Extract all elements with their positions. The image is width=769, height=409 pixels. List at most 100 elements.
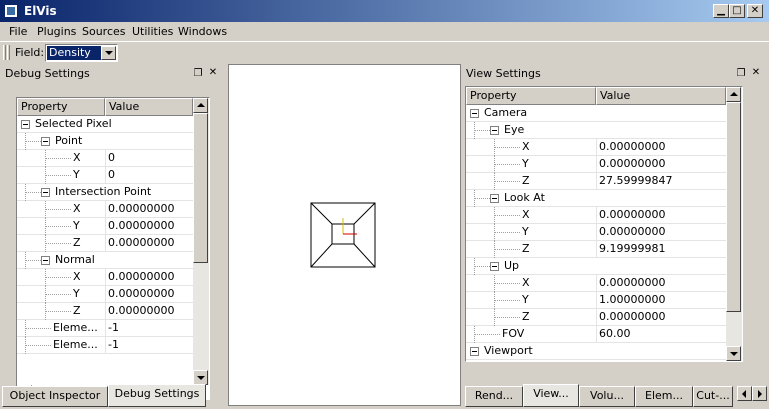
column-header-value[interactable]: Value	[596, 87, 726, 105]
property-value[interactable]: 9.19999981	[596, 241, 726, 257]
property-value[interactable]: 0.00000000	[596, 139, 726, 155]
tab-object-inspector[interactable]: Object Inspector	[2, 386, 108, 407]
collapse-icon[interactable]	[21, 120, 30, 129]
collapse-icon[interactable]	[490, 194, 499, 203]
property-value[interactable]: 0.00000000	[105, 286, 193, 302]
tree-row[interactable]: X 0.00000000	[466, 139, 726, 156]
scroll-up-icon[interactable]	[193, 98, 208, 113]
property-value[interactable]: 27.59999847	[596, 173, 726, 189]
property-value[interactable]: -1	[105, 320, 193, 336]
menu-sources[interactable]: Sources	[82, 25, 126, 39]
tab-cut[interactable]: Cut-...	[693, 386, 733, 407]
close-icon[interactable]: ✕	[751, 68, 761, 78]
field-select[interactable]: Density	[45, 44, 118, 62]
tree-row[interactable]: X 0.00000000	[466, 275, 726, 292]
property-value[interactable]: 0.00000000	[105, 201, 193, 217]
menu-file[interactable]: File	[9, 25, 27, 39]
property-value[interactable]: 60.00	[596, 326, 726, 342]
render-viewport[interactable]	[228, 64, 461, 406]
property-value[interactable]: 0	[105, 150, 193, 166]
property-value[interactable]: 0.00000000	[105, 269, 193, 285]
tree-row[interactable]: Z 0.00000000	[466, 309, 726, 326]
tree-row[interactable]: Camera	[466, 105, 726, 122]
collapse-icon[interactable]	[470, 109, 479, 118]
column-header-value[interactable]: Value	[105, 98, 193, 116]
tree-row[interactable]: Y 1.00000000	[466, 292, 726, 309]
scroll-thumb[interactable]	[193, 113, 208, 263]
tree-row[interactable]: X 0.00000000	[17, 269, 193, 286]
collapse-icon[interactable]	[41, 256, 50, 265]
close-button[interactable]: ✕	[747, 4, 763, 18]
tree-row[interactable]: Normal	[17, 252, 193, 269]
view-property-tree[interactable]: Property Value Camera Eye X 0.00000000 Y 0.00…	[465, 86, 743, 362]
property-value[interactable]: 0.00000000	[596, 224, 726, 240]
tab-rend[interactable]: Rend...	[465, 386, 523, 407]
collapse-icon[interactable]	[470, 347, 479, 356]
tree-row[interactable]: Y 0.00000000	[17, 286, 193, 303]
tree-row[interactable]: Eleme... -1	[17, 320, 193, 337]
tab-scroll-left-icon[interactable]	[737, 386, 752, 401]
tree-row[interactable]: Eleme... -1	[17, 337, 193, 354]
tab-view[interactable]: View...	[523, 384, 579, 407]
scroll-thumb[interactable]	[726, 102, 741, 312]
menu-utilities[interactable]: Utilities	[132, 25, 173, 39]
tree-row[interactable]: Y 0.00000000	[466, 156, 726, 173]
tree-row[interactable]: Point	[17, 133, 193, 150]
debug-property-tree[interactable]: Property Value Selected Pixel Point X 0 Y 0 In…	[16, 97, 210, 400]
collapse-icon[interactable]	[490, 262, 499, 271]
tree-row[interactable]: Y 0.00000000	[466, 224, 726, 241]
column-header-property[interactable]: Property	[17, 98, 105, 116]
property-value[interactable]: 0	[105, 167, 193, 183]
maximize-button[interactable]: □	[729, 4, 745, 18]
collapse-icon[interactable]	[41, 188, 50, 197]
tree-row[interactable]: FOV 60.00	[466, 326, 726, 343]
tab-scroll-right-icon[interactable]	[752, 386, 767, 401]
tree-row[interactable]: Look At	[466, 190, 726, 207]
property-label: Z	[522, 174, 530, 187]
rendered-scene[interactable]	[229, 65, 460, 405]
property-value[interactable]: 0.00000000	[596, 309, 726, 325]
property-value[interactable]: 0.00000000	[105, 303, 193, 319]
property-label: Look At	[504, 191, 545, 204]
tree-row[interactable]: Up	[466, 258, 726, 275]
chevron-down-icon[interactable]	[101, 46, 116, 60]
tab-elem[interactable]: Elem...	[635, 386, 693, 407]
minimize-button[interactable]: ▁	[713, 4, 729, 18]
tree-row[interactable]: Y 0.00000000	[17, 218, 193, 235]
vertical-scrollbar[interactable]	[193, 98, 209, 385]
tree-row[interactable]: X 0.00000000	[466, 207, 726, 224]
tree-row[interactable]: Intersection Point	[17, 184, 193, 201]
collapse-icon[interactable]	[490, 126, 499, 135]
tree-row[interactable]: Eye	[466, 122, 726, 139]
tree-row[interactable]: Selected Pixel	[17, 116, 193, 133]
tree-row[interactable]: Viewport	[466, 343, 726, 360]
tree-row[interactable]: Z 27.59999847	[466, 173, 726, 190]
scroll-down-icon[interactable]	[193, 370, 208, 385]
tree-row[interactable]: Z 0.00000000	[17, 235, 193, 252]
scroll-down-icon[interactable]	[726, 346, 741, 361]
column-header-property[interactable]: Property	[466, 87, 596, 105]
collapse-icon[interactable]	[41, 137, 50, 146]
tree-row[interactable]: Y0	[17, 167, 193, 184]
property-value[interactable]: 0.00000000	[596, 275, 726, 291]
menu-plugins[interactable]: Plugins	[37, 25, 76, 39]
menu-windows[interactable]: Windows	[178, 25, 227, 39]
tree-row[interactable]: X 0.00000000	[17, 201, 193, 218]
tree-row[interactable]: Z 9.19999981	[466, 241, 726, 258]
toolbar-grip[interactable]	[3, 45, 6, 60]
property-value[interactable]: 1.00000000	[596, 292, 726, 308]
property-value[interactable]: 0.00000000	[596, 156, 726, 172]
property-value[interactable]: -1	[105, 337, 193, 353]
float-icon[interactable]: ❐	[736, 69, 746, 79]
close-icon[interactable]: ✕	[208, 68, 218, 78]
scroll-up-icon[interactable]	[726, 87, 741, 102]
float-icon[interactable]: ❐	[193, 69, 203, 79]
property-value[interactable]: 0.00000000	[105, 235, 193, 251]
vertical-scrollbar[interactable]	[726, 87, 742, 361]
tree-row[interactable]: Z 0.00000000	[17, 303, 193, 320]
tab-debug-settings[interactable]: Debug Settings	[108, 384, 206, 407]
property-value[interactable]: 0.00000000	[596, 207, 726, 223]
property-value[interactable]: 0.00000000	[105, 218, 193, 234]
tab-volu[interactable]: Volu...	[579, 386, 635, 407]
tree-row[interactable]: X0	[17, 150, 193, 167]
